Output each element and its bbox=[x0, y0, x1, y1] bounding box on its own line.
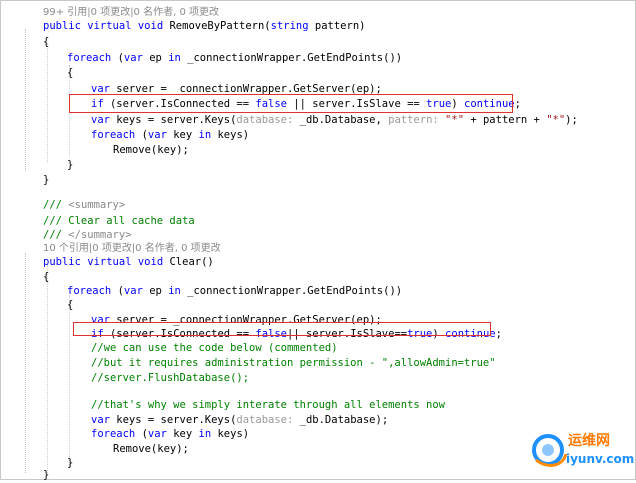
keyword: var bbox=[91, 114, 110, 126]
code-text: _connectionWrapper.GetEndPoints()) bbox=[180, 285, 403, 297]
keyword: var bbox=[91, 414, 110, 426]
brace: { bbox=[43, 271, 50, 283]
code-line: Remove(key); bbox=[1, 142, 635, 158]
keyword: foreach bbox=[67, 52, 112, 64]
keyword: virtual bbox=[87, 20, 132, 32]
code-line: { bbox=[1, 297, 635, 313]
code-text: _connectionWrapper.GetEndPoints()) bbox=[180, 52, 403, 64]
code-text: ( bbox=[111, 52, 124, 64]
parameter-hint: database: bbox=[236, 414, 294, 426]
keyword: foreach bbox=[67, 285, 112, 297]
comment-line: //that's why we simply interate through … bbox=[1, 397, 635, 413]
watermark-cn-text: 运维网 bbox=[568, 433, 610, 449]
code-text: ep bbox=[142, 285, 169, 297]
string-literal: "*" bbox=[445, 114, 465, 126]
code-line: { bbox=[1, 65, 635, 81]
parameter-hint: pattern: bbox=[388, 114, 439, 126]
keyword: in bbox=[198, 129, 212, 141]
keyword: foreach bbox=[91, 129, 136, 141]
keyword: void bbox=[137, 20, 164, 32]
brace: { bbox=[43, 36, 50, 48]
code-lens-text[interactable]: 99+ 引用|0 项更改|0 名作者, 0 项更改 bbox=[43, 7, 219, 18]
keyword: foreach bbox=[91, 428, 136, 440]
code-editor[interactable]: 99+ 引用|0 项更改|0 名作者, 0 项更改 public virtual… bbox=[0, 0, 636, 481]
comment-text: /// bbox=[43, 229, 69, 241]
brace: { bbox=[67, 299, 74, 311]
code-text: ); bbox=[565, 114, 578, 126]
keyword: public bbox=[43, 20, 81, 32]
brace: } bbox=[43, 469, 50, 481]
code-line: foreach (var key in keys) bbox=[1, 127, 635, 143]
highlight-box bbox=[73, 322, 491, 336]
brace: } bbox=[43, 174, 50, 186]
comment-text: /// Clear all cache data bbox=[43, 215, 195, 227]
comment-text: //we can use the code below (commented) bbox=[91, 342, 338, 354]
keyword: var bbox=[123, 52, 143, 64]
code-text: keys = server.Keys( bbox=[109, 414, 237, 426]
keyword: void bbox=[137, 256, 164, 268]
brace: } bbox=[67, 159, 74, 171]
comment-text: /// bbox=[43, 199, 69, 211]
keyword: public bbox=[43, 256, 81, 268]
code-line: var keys = server.Keys(database: _db.Dat… bbox=[1, 112, 635, 128]
watermark-logo: 运维网 iyunv.com bbox=[528, 424, 635, 476]
keyword: var bbox=[147, 428, 167, 440]
code-text: keys = server.Keys( bbox=[109, 114, 237, 126]
code-text: key bbox=[166, 129, 199, 141]
code-text: ; bbox=[495, 328, 502, 340]
keyword: var bbox=[147, 129, 167, 141]
highlight-box bbox=[69, 94, 513, 113]
comment-line: //we can use the code below (commented) bbox=[1, 340, 635, 356]
method-signature: public virtual void Clear() bbox=[1, 254, 635, 270]
comment-line: //server.FlushDatabase(); bbox=[1, 370, 635, 386]
comment-line: //but it requires administration permiss… bbox=[1, 355, 635, 371]
code-lens-text[interactable]: 10 个引用|0 项更改|0 名作者, 0 项更改 bbox=[43, 243, 221, 254]
code-text: pattern) bbox=[308, 20, 366, 32]
code-text: ( bbox=[135, 428, 148, 440]
code-line: foreach (var ep in _connectionWrapper.Ge… bbox=[1, 50, 635, 66]
parameter-hint: database: bbox=[236, 114, 294, 126]
method-name: RemoveByPattern( bbox=[163, 20, 271, 32]
doc-comment: /// <summary> bbox=[1, 197, 635, 213]
code-text: ; bbox=[514, 98, 521, 110]
xml-tag: </summary> bbox=[68, 229, 132, 241]
keyword: in bbox=[198, 428, 212, 440]
keyword: in bbox=[168, 52, 181, 64]
code-text: key bbox=[166, 428, 199, 440]
keyword: string bbox=[270, 20, 309, 32]
code-text: _db.Database, bbox=[293, 114, 389, 126]
code-text: Remove(key); bbox=[113, 144, 189, 156]
code-text: keys) bbox=[211, 428, 250, 440]
code-text: ( bbox=[135, 129, 148, 141]
method-signature: public virtual void RemoveByPattern(stri… bbox=[1, 18, 635, 34]
code-text: ( bbox=[111, 285, 124, 297]
code-text: + pattern + bbox=[464, 114, 547, 126]
code-line: } bbox=[1, 172, 635, 188]
comment-text: //server.FlushDatabase(); bbox=[91, 372, 250, 384]
comment-text: //but it requires administration permiss… bbox=[91, 357, 496, 369]
keyword: virtual bbox=[87, 256, 132, 268]
method-name: Clear() bbox=[163, 256, 214, 268]
code-line: { bbox=[1, 34, 635, 50]
code-text: ep bbox=[142, 52, 169, 64]
code-text: Remove(key); bbox=[113, 443, 189, 455]
keyword: in bbox=[168, 285, 181, 297]
keyword: var bbox=[123, 285, 143, 297]
watermark-en-text: iyunv.com bbox=[566, 452, 635, 466]
brace: { bbox=[67, 67, 74, 79]
code-text: _db.Database); bbox=[293, 414, 389, 426]
code-text: keys) bbox=[211, 129, 250, 141]
code-line: } bbox=[1, 157, 635, 173]
xml-tag: <summary> bbox=[68, 199, 126, 211]
comment-text: //that's why we simply interate through … bbox=[91, 399, 446, 411]
string-literal: "*" bbox=[546, 114, 566, 126]
